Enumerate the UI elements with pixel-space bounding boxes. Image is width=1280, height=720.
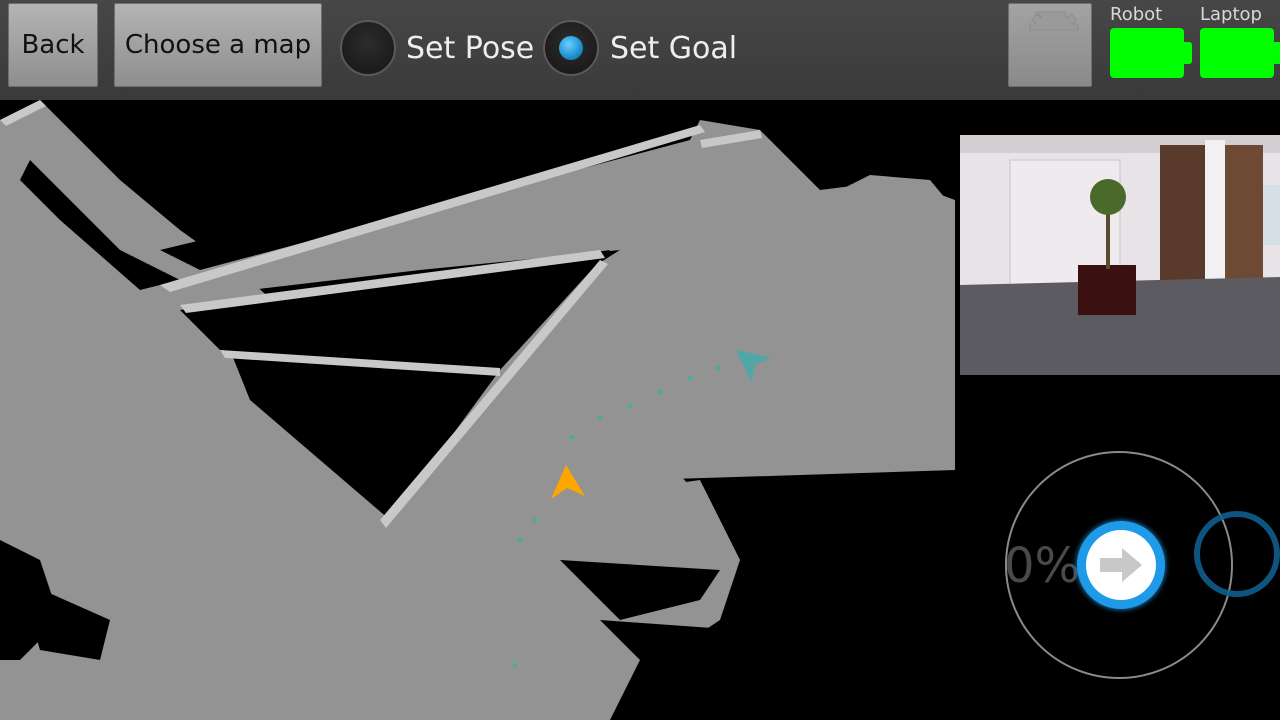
robot-battery-label: Robot xyxy=(1110,4,1163,25)
settings-button[interactable] xyxy=(1008,3,1092,87)
choose-map-button[interactable]: Choose a map xyxy=(114,3,322,87)
camera-image xyxy=(960,135,1280,375)
turn-indicator-ring[interactable] xyxy=(1194,511,1280,597)
back-button[interactable]: Back xyxy=(8,3,98,87)
set-goal-label[interactable]: Set Goal xyxy=(610,30,737,68)
radio-selected-dot xyxy=(559,36,583,60)
settings-icon xyxy=(1029,11,1079,31)
joystick-knob[interactable] xyxy=(1077,521,1165,609)
set-pose-label[interactable]: Set Pose xyxy=(406,30,534,68)
laptop-battery-icon xyxy=(1200,28,1280,78)
laptop-battery-label: Laptop xyxy=(1200,4,1262,25)
set-goal-radio[interactable] xyxy=(543,20,599,76)
robot-battery-icon xyxy=(1110,28,1192,78)
speed-readout: 0% xyxy=(1004,538,1081,594)
arrow-right-icon xyxy=(1100,548,1142,582)
top-toolbar: Back Choose a map Set Pose Set Goal Robo… xyxy=(0,0,1280,100)
camera-feed xyxy=(960,135,1280,375)
set-pose-radio[interactable] xyxy=(340,20,396,76)
